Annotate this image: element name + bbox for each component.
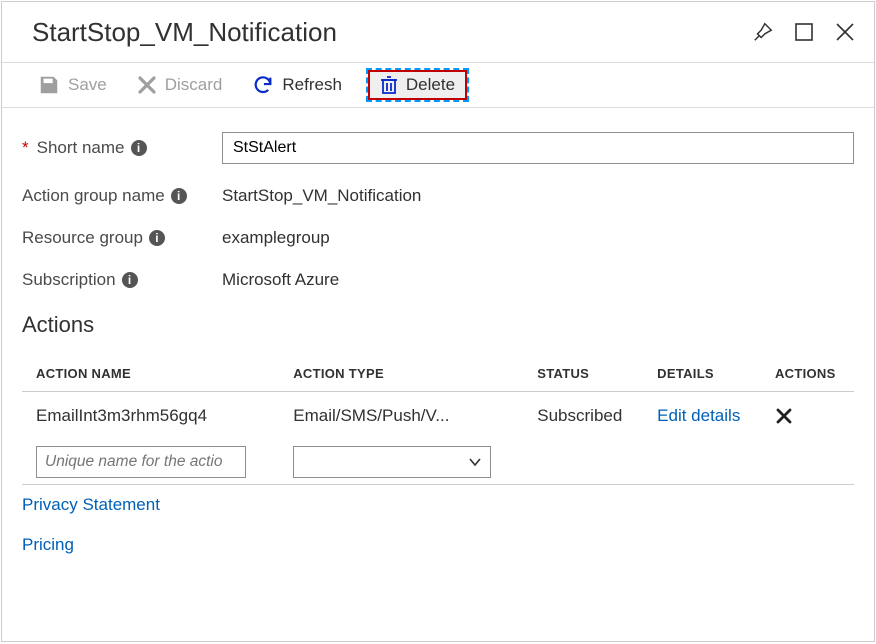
close-icon[interactable] bbox=[834, 21, 856, 43]
remove-action-button[interactable] bbox=[761, 392, 854, 441]
col-status: STATUS bbox=[523, 356, 643, 392]
info-icon[interactable]: i bbox=[131, 140, 147, 156]
toolbar: Save Discard Refresh bbox=[2, 62, 874, 108]
action-status-cell: Subscribed bbox=[523, 392, 643, 441]
col-details: DETAILS bbox=[643, 356, 761, 392]
save-icon bbox=[38, 74, 60, 96]
actions-table: ACTION NAME ACTION TYPE STATUS DETAILS A… bbox=[22, 356, 854, 485]
refresh-button[interactable]: Refresh bbox=[246, 70, 348, 100]
action-group-blade: StartStop_VM_Notification bbox=[1, 1, 875, 642]
info-icon[interactable]: i bbox=[122, 272, 138, 288]
action-group-name-field: Action group name i StartStop_VM_Notific… bbox=[22, 186, 854, 206]
save-button[interactable]: Save bbox=[32, 70, 113, 100]
trash-icon bbox=[380, 75, 398, 95]
new-action-type-select[interactable] bbox=[293, 446, 491, 478]
subscription-label: Subscription i bbox=[22, 270, 222, 290]
page-title: StartStop_VM_Notification bbox=[32, 17, 752, 48]
delete-button[interactable]: Delete bbox=[368, 70, 467, 100]
short-name-field: * Short name i bbox=[22, 132, 854, 164]
refresh-icon bbox=[252, 74, 274, 96]
resource-group-label: Resource group i bbox=[22, 228, 222, 248]
table-row: EmailInt3m3rhm56gq4 Email/SMS/Push/V... … bbox=[22, 392, 854, 441]
new-action-row bbox=[22, 440, 854, 485]
action-group-name-value: StartStop_VM_Notification bbox=[222, 186, 854, 206]
info-icon[interactable]: i bbox=[149, 230, 165, 246]
pin-icon[interactable] bbox=[752, 21, 774, 43]
action-group-name-label: Action group name i bbox=[22, 186, 222, 206]
pricing-link[interactable]: Pricing bbox=[22, 535, 854, 555]
col-action-name: ACTION NAME bbox=[22, 356, 279, 392]
blade-header: StartStop_VM_Notification bbox=[2, 2, 874, 62]
action-type-cell: Email/SMS/Push/V... bbox=[279, 392, 523, 441]
resource-group-field: Resource group i examplegroup bbox=[22, 228, 854, 248]
subscription-value: Microsoft Azure bbox=[222, 270, 854, 290]
col-action-type: ACTION TYPE bbox=[279, 356, 523, 392]
new-action-name-input[interactable] bbox=[36, 446, 246, 478]
short-name-label: * Short name i bbox=[22, 138, 222, 158]
required-indicator: * bbox=[22, 138, 29, 158]
edit-details-link[interactable]: Edit details bbox=[657, 406, 740, 425]
delete-button-highlighted: Delete bbox=[366, 68, 469, 102]
action-name-cell: EmailInt3m3rhm56gq4 bbox=[22, 392, 279, 441]
short-name-input[interactable] bbox=[222, 132, 854, 164]
discard-button[interactable]: Discard bbox=[131, 71, 229, 99]
header-controls bbox=[752, 21, 856, 43]
discard-icon bbox=[137, 75, 157, 95]
privacy-statement-link[interactable]: Privacy Statement bbox=[22, 495, 854, 515]
subscription-field: Subscription i Microsoft Azure bbox=[22, 270, 854, 290]
resource-group-value: examplegroup bbox=[222, 228, 854, 248]
chevron-down-icon bbox=[468, 455, 482, 469]
content: * Short name i Action group name i Start… bbox=[2, 108, 874, 485]
info-icon[interactable]: i bbox=[171, 188, 187, 204]
actions-heading: Actions bbox=[22, 312, 854, 338]
col-actions: ACTIONS bbox=[761, 356, 854, 392]
footer-links: Privacy Statement Pricing bbox=[2, 485, 874, 565]
maximize-icon[interactable] bbox=[794, 22, 814, 42]
